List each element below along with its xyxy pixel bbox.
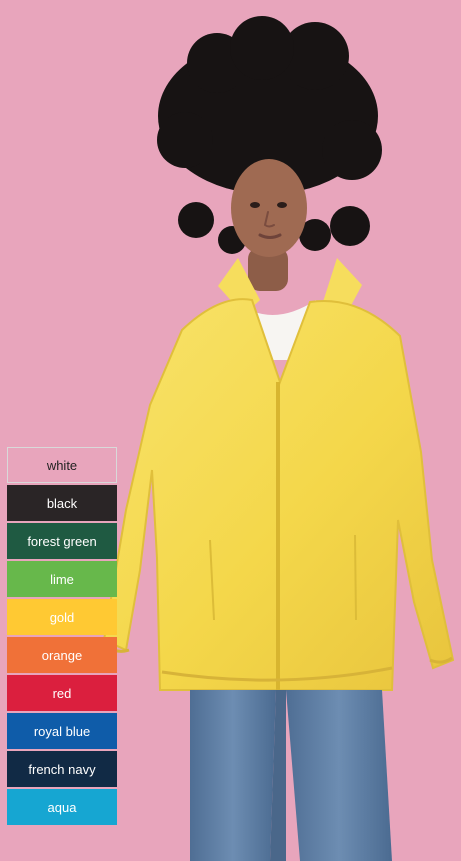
color-option-label: french navy bbox=[28, 761, 96, 777]
color-option-label: aqua bbox=[47, 799, 77, 815]
color-option-royal-blue[interactable]: royal blue bbox=[7, 713, 117, 749]
color-option-forest-green[interactable]: forest green bbox=[7, 523, 117, 559]
color-option-black[interactable]: black bbox=[7, 485, 117, 521]
color-option-orange[interactable]: orange bbox=[7, 637, 117, 673]
color-option-label: orange bbox=[41, 647, 83, 663]
color-option-white[interactable]: white bbox=[7, 447, 117, 483]
color-option-label: lime bbox=[50, 571, 74, 587]
color-option-label: gold bbox=[49, 609, 75, 625]
color-option-red[interactable]: red bbox=[7, 675, 117, 711]
color-option-label: black bbox=[46, 495, 78, 511]
color-swatch-list: white black forest green lime gold orang… bbox=[7, 447, 117, 825]
jeans bbox=[190, 690, 392, 861]
color-option-label: red bbox=[52, 685, 72, 701]
product-image-stage: white black forest green lime gold orang… bbox=[0, 0, 461, 861]
color-option-gold[interactable]: gold bbox=[7, 599, 117, 635]
color-option-label: white bbox=[46, 457, 78, 473]
color-option-label: forest green bbox=[27, 533, 97, 549]
color-option-label: royal blue bbox=[33, 723, 91, 739]
color-option-aqua[interactable]: aqua bbox=[7, 789, 117, 825]
color-option-lime[interactable]: lime bbox=[7, 561, 117, 597]
color-option-french-navy[interactable]: french navy bbox=[7, 751, 117, 787]
